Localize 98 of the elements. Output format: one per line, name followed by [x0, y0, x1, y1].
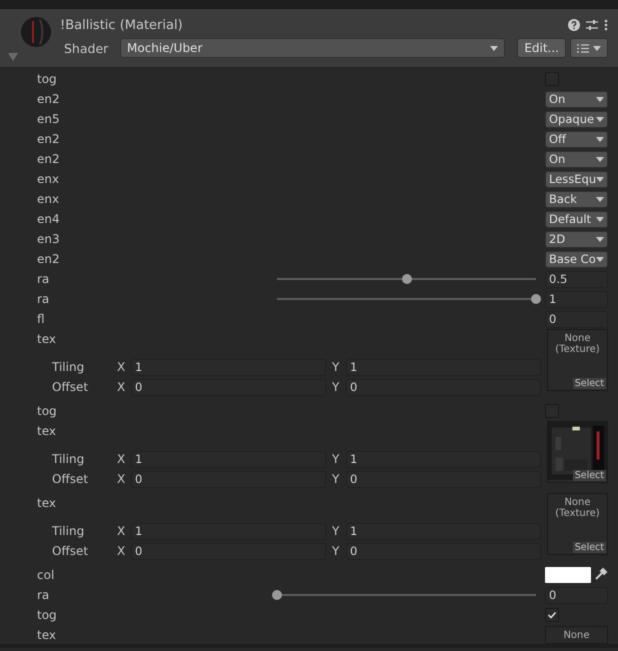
checkbox[interactable]	[545, 608, 559, 622]
list-menu-button[interactable]	[570, 38, 608, 58]
tiling-y-field[interactable]: 1	[346, 450, 541, 468]
caret-icon	[596, 196, 604, 202]
value-field[interactable]: 1	[545, 290, 608, 308]
caret-icon	[596, 116, 604, 122]
caret-icon	[593, 46, 601, 50]
offset-x-field[interactable]: 0	[131, 470, 326, 488]
texture-slot[interactable]: None (Texture) Select	[547, 493, 608, 555]
caret-icon	[596, 136, 604, 142]
texture-placeholder: None (Texture)	[555, 496, 600, 519]
caret-icon	[596, 216, 604, 222]
enum-dropdown[interactable]: Off	[545, 130, 608, 148]
offset-y-field[interactable]: 0	[346, 378, 541, 396]
enum-dropdown[interactable]: Base Co	[545, 250, 608, 268]
offset-x-field[interactable]: 0	[131, 542, 326, 560]
texture-slot[interactable]: None (Texture) Select	[547, 329, 608, 391]
checkmark-icon	[547, 610, 557, 620]
caret-icon	[490, 46, 498, 50]
axis-label: X	[117, 472, 126, 486]
property-label: en2	[37, 132, 61, 146]
axis-label: X	[117, 452, 126, 466]
property-label: tog	[37, 404, 58, 418]
shader-dropdown[interactable]: Mochie/Uber	[120, 38, 506, 58]
property-label: col	[37, 568, 56, 582]
texture-slot[interactable]: None	[545, 626, 608, 644]
enum-dropdown[interactable]: 2D	[545, 230, 608, 248]
shader-label: Shader	[63, 40, 110, 56]
value-field[interactable]: 0	[545, 310, 608, 328]
axis-label: X	[117, 544, 126, 558]
offset-label: Offset	[52, 472, 90, 486]
property-label: en3	[37, 232, 61, 246]
foldout-icon[interactable]	[8, 53, 18, 61]
enum-dropdown[interactable]: LessEqu	[545, 170, 608, 188]
value-field[interactable]: 0	[545, 586, 608, 604]
axis-label: Y	[332, 544, 340, 558]
tiling-label: Tiling	[52, 452, 86, 466]
axis-label: Y	[332, 360, 340, 374]
axis-label: Y	[332, 472, 340, 486]
caret-icon	[596, 176, 604, 182]
material-sphere-icon	[20, 16, 52, 48]
axis-label: Y	[332, 380, 340, 394]
list-icon	[577, 44, 589, 52]
axis-label: X	[117, 360, 126, 374]
enum-dropdown[interactable]: Default	[545, 210, 608, 228]
offset-x-field[interactable]: 0	[131, 378, 326, 396]
property-label: enx	[37, 172, 60, 186]
property-label: en2	[37, 252, 61, 266]
tiling-label: Tiling	[52, 524, 86, 538]
offset-label: Offset	[52, 380, 90, 394]
tiling-x-field[interactable]: 1	[131, 522, 326, 540]
property-label: en2	[37, 152, 61, 166]
tiling-x-field[interactable]: 1	[131, 450, 326, 468]
property-label: ra	[37, 588, 50, 602]
property-label: enx	[37, 192, 60, 206]
more-icon[interactable]	[604, 19, 608, 31]
property-label: ra	[37, 272, 50, 286]
select-button[interactable]: Select	[572, 470, 606, 481]
property-label: tex	[37, 628, 57, 642]
tiling-x-field[interactable]: 1	[131, 358, 326, 376]
axis-label: X	[117, 380, 126, 394]
tiling-label: Tiling	[52, 360, 86, 374]
property-label: tex	[37, 496, 57, 510]
property-label: tog	[37, 608, 58, 622]
texture-placeholder: None (Texture)	[555, 332, 600, 355]
property-label: tog	[37, 72, 58, 86]
property-label: en2	[37, 92, 61, 106]
select-button[interactable]: Select	[572, 542, 606, 553]
property-label: fl	[37, 312, 46, 326]
enum-dropdown[interactable]: On	[545, 150, 608, 168]
property-label: ra	[37, 292, 50, 306]
tiling-y-field[interactable]: 1	[346, 522, 541, 540]
tiling-y-field[interactable]: 1	[346, 358, 541, 376]
help-icon[interactable]	[568, 19, 580, 31]
caret-icon	[596, 156, 604, 162]
enum-dropdown[interactable]: Opaque	[545, 110, 608, 128]
caret-icon	[596, 96, 604, 102]
color-swatch[interactable]	[545, 567, 591, 583]
property-label: tex	[37, 332, 57, 346]
texture-slot[interactable]: Select	[547, 421, 608, 483]
offset-y-field[interactable]: 0	[346, 470, 541, 488]
offset-label: Offset	[52, 544, 90, 558]
property-label: en5	[37, 112, 61, 126]
caret-icon	[596, 236, 604, 242]
window-title: !Ballistic (Material)	[60, 18, 184, 32]
enum-dropdown[interactable]: Back	[545, 190, 608, 208]
value-field[interactable]: 0.5	[545, 270, 608, 288]
axis-label: Y	[332, 524, 340, 538]
offset-y-field[interactable]: 0	[346, 542, 541, 560]
enum-dropdown[interactable]: On	[545, 90, 608, 108]
property-label: tex	[37, 424, 57, 438]
select-button[interactable]: Select	[572, 378, 606, 389]
axis-label: Y	[332, 452, 340, 466]
property-label: en4	[37, 212, 61, 226]
axis-label: X	[117, 524, 126, 538]
caret-icon	[596, 256, 604, 262]
edit-button[interactable]: Edit...	[517, 38, 566, 58]
settings-sliders-icon[interactable]	[586, 19, 598, 31]
